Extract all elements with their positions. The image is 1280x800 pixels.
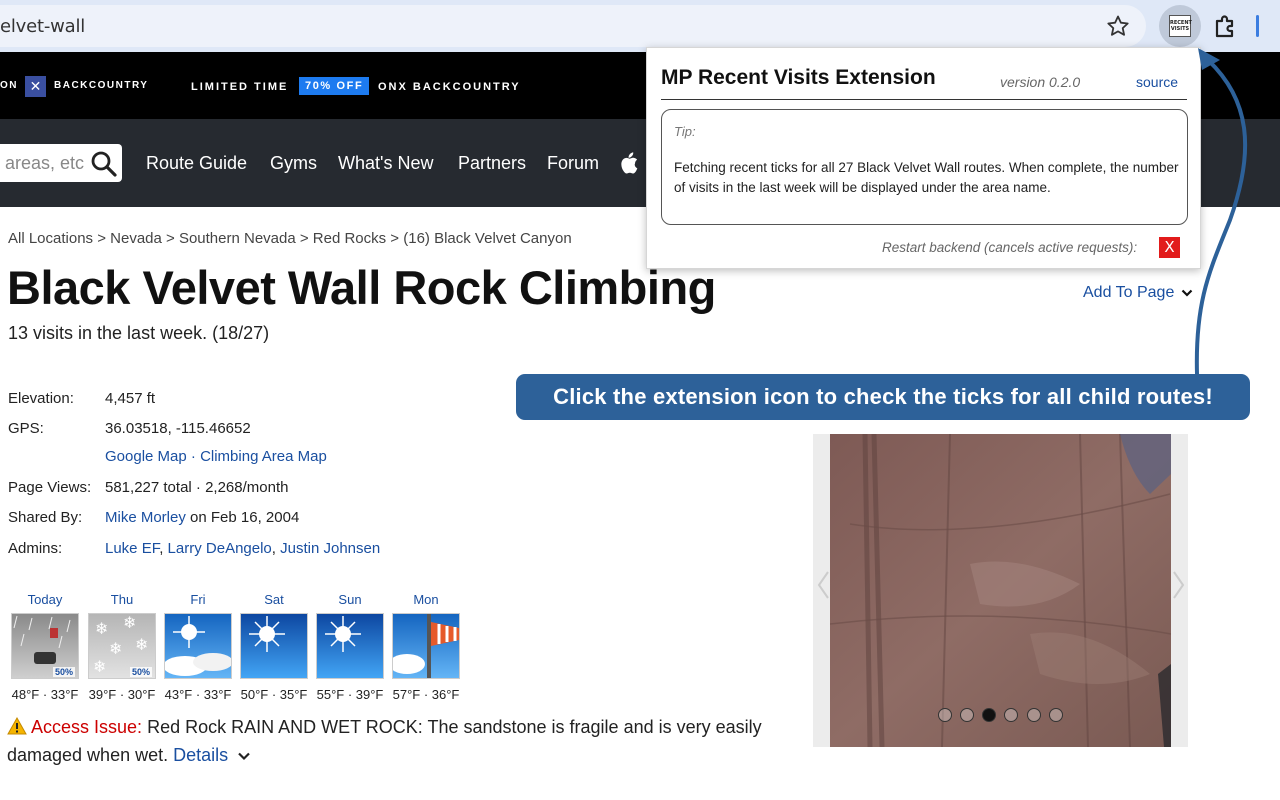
popup-title: MP Recent Visits Extension (661, 66, 936, 89)
svg-text:❄: ❄ (123, 614, 136, 632)
page-views-label: Page Views: (8, 479, 92, 496)
onx-logo-icon: ✕ (25, 76, 46, 97)
carousel-dot[interactable] (1004, 708, 1018, 722)
address-bar[interactable]: elvet-wall (0, 5, 1146, 47)
carousel-dot[interactable] (1049, 708, 1063, 722)
precip-chance: 50% (129, 667, 152, 677)
carousel-dot-active[interactable] (982, 708, 996, 722)
admin-link[interactable]: Larry DeAngelo (168, 540, 272, 557)
page-title: Black Velvet Wall Rock Climbing (7, 261, 716, 314)
carousel-dot[interactable] (960, 708, 974, 722)
search-placeholder: areas, etc (5, 153, 85, 173)
weather-temp: 39°F · 30°F (88, 687, 156, 702)
access-issue: Access Issue: Red Rock RAIN AND WET ROCK… (7, 713, 797, 769)
carousel-dot[interactable] (938, 708, 952, 722)
apple-icon[interactable] (620, 152, 638, 174)
admin-separator: , (159, 540, 168, 557)
nav-whats-new[interactable]: What's New (338, 153, 433, 174)
admin-link[interactable]: Justin Johnsen (280, 540, 380, 557)
extension-icon-line2: VISITS (1170, 26, 1190, 32)
weather-day[interactable]: Fri (164, 592, 232, 607)
gps-label: GPS: (8, 420, 44, 437)
tip-box: Tip: Fetching recent ticks for all 27 Bl… (661, 109, 1188, 225)
admin-separator: , (271, 540, 281, 557)
svg-text:❄: ❄ (135, 635, 148, 654)
sunny-icon[interactable] (240, 613, 308, 679)
map-separator: · (186, 448, 201, 465)
nav-partners[interactable]: Partners (458, 153, 526, 174)
weather-temp: 43°F · 33°F (164, 687, 232, 702)
extension-popup: MP Recent Visits Extension version 0.2.0… (646, 47, 1201, 269)
warning-icon (7, 716, 27, 735)
promo-brand-left: ON (0, 80, 18, 91)
search-input[interactable]: areas, etc (0, 144, 122, 182)
url-text[interactable]: elvet-wall (0, 16, 85, 37)
promo-product: ONX BACKCOUNTRY (378, 81, 521, 93)
weather-day[interactable]: Sat (240, 592, 308, 607)
rain-weather-icon[interactable]: 50% (11, 613, 79, 679)
weather-temp: 57°F · 36°F (392, 687, 460, 702)
popup-divider (661, 99, 1187, 100)
weather-day[interactable]: Today (11, 592, 79, 607)
svg-text:❄: ❄ (109, 639, 122, 658)
page-views-value: 581,227 total · 2,268/month (105, 479, 289, 496)
profile-accent[interactable] (1256, 15, 1259, 37)
shared-by-label: Shared By: (8, 509, 83, 526)
bookmark-star-icon[interactable] (1106, 14, 1130, 38)
popup-version: version 0.2.0 (1000, 74, 1081, 90)
partly-cloudy-icon[interactable] (164, 613, 232, 679)
sunny-icon[interactable] (316, 613, 384, 679)
elevation-label: Elevation: (8, 390, 74, 407)
instruction-callout: Click the extension icon to check the ti… (516, 374, 1250, 420)
restart-backend-label: Restart backend (cancels active requests… (882, 240, 1138, 255)
shared-by-value: Mike Morley on Feb 16, 2004 (105, 509, 299, 526)
weather-day[interactable]: Thu (88, 592, 156, 607)
tip-text: Fetching recent ticks for all 27 Black V… (674, 160, 1179, 195)
admin-link[interactable]: Luke EF (105, 540, 159, 557)
breadcrumb[interactable]: All Locations > Nevada > Southern Nevada… (8, 230, 572, 247)
weather-temp: 50°F · 35°F (240, 687, 308, 702)
route-photo[interactable] (830, 434, 1171, 747)
svg-text:❄: ❄ (93, 657, 106, 676)
admins-value: Luke EF, Larry DeAngelo, Justin Johnsen (105, 540, 380, 557)
nav-gyms[interactable]: Gyms (270, 153, 317, 174)
carousel-dot[interactable] (1027, 708, 1041, 722)
map-links: Google Map · Climbing Area Map (105, 448, 327, 465)
nav-route-guide[interactable]: Route Guide (146, 153, 247, 174)
shared-by-user-link[interactable]: Mike Morley (105, 509, 186, 526)
weather-day[interactable]: Mon (392, 592, 460, 607)
elevation-value: 4,457 ft (105, 390, 156, 407)
nav-forum[interactable]: Forum (547, 153, 599, 174)
climbing-area-map-link[interactable]: Climbing Area Map (200, 448, 327, 465)
extensions-puzzle-icon[interactable] (1212, 12, 1240, 40)
gps-value: 36.03518, -115.46652 (105, 420, 251, 437)
search-icon[interactable] (90, 150, 118, 178)
promo-discount-badge: 70% OFF (299, 77, 370, 95)
weather-temp: 48°F · 33°F (11, 687, 79, 702)
svg-text:❄: ❄ (95, 619, 108, 638)
weather-temp: 55°F · 39°F (316, 687, 384, 702)
precip-chance: 50% (52, 667, 75, 677)
callout-text: Click the extension icon to check the ti… (553, 384, 1213, 409)
promo-brand-right: BACKCOUNTRY (54, 80, 149, 91)
windy-icon[interactable] (392, 613, 460, 679)
weather-day[interactable]: Sun (316, 592, 384, 607)
promo-limited-time: LIMITED TIME (191, 81, 289, 93)
callout-arrow-icon (1194, 48, 1248, 375)
recent-visits-count: 13 visits in the last week. (18/27) (8, 323, 270, 343)
snow-weather-icon[interactable]: ❄ ❄ ❄ ❄ ❄ 50% (88, 613, 156, 679)
admins-label: Admins: (8, 540, 63, 557)
chevron-down-icon[interactable] (237, 751, 251, 761)
details-link[interactable]: Details (173, 745, 228, 765)
access-issue-label: Access Issue: (31, 717, 143, 737)
tip-label: Tip: (674, 124, 696, 139)
next-photo-icon[interactable] (1170, 570, 1186, 600)
shared-date: on Feb 16, 2004 (185, 509, 300, 526)
browser-toolbar: elvet-wall RECENT VISITS (0, 0, 1280, 52)
google-map-link[interactable]: Google Map (105, 448, 187, 465)
